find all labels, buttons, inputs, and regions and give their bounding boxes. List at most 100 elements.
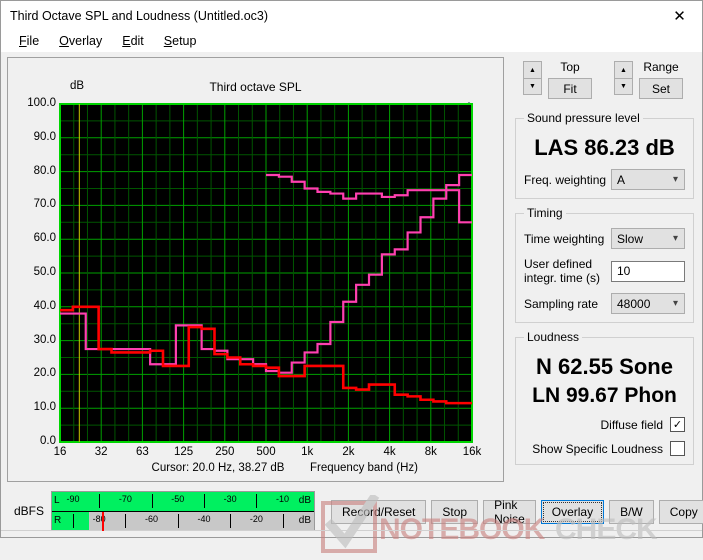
scale-controls: ▲ ▼ Top Fit ▲ ▼ Range Set bbox=[511, 60, 698, 104]
top-labels: Top Fit bbox=[548, 60, 592, 99]
time-weighting-select[interactable]: Slow ▾ bbox=[611, 228, 685, 249]
copy-button[interactable]: Copy bbox=[658, 500, 703, 524]
loudness-legend: Loudness bbox=[527, 330, 580, 344]
dbfs-level-meter[interactable]: L dB -90 -70 -50 -30 -10 R dB -80 -60 -40 -20 bbox=[51, 491, 315, 531]
spl-chart-svg bbox=[60, 104, 472, 442]
sampling-rate-label: Sampling rate bbox=[524, 296, 599, 311]
meter-tick-mark bbox=[256, 494, 258, 508]
time-weighting-value: Slow bbox=[617, 231, 644, 246]
record-reset-button[interactable]: Record/Reset bbox=[331, 500, 427, 524]
y-tick-label: 10.0 bbox=[33, 401, 56, 414]
range-spinner-down-icon[interactable]: ▼ bbox=[614, 78, 633, 95]
meter-right-peak-marker bbox=[101, 512, 104, 531]
integration-time-input[interactable]: 10 bbox=[611, 260, 685, 282]
diffuse-field-checkbox[interactable]: ✓ bbox=[670, 417, 685, 432]
menu-item-edit[interactable]: Edit bbox=[112, 32, 154, 50]
top-spinner[interactable]: ▲ ▼ bbox=[523, 61, 542, 95]
top-spinner-down-icon[interactable]: ▼ bbox=[523, 78, 542, 95]
level-meter-area: dBFS L dB -90 -70 -50 -30 -10 R dB -80 -60 -40… bbox=[7, 487, 327, 535]
x-tick-label: 4k bbox=[383, 446, 396, 458]
range-spinner[interactable]: ▲ ▼ bbox=[614, 61, 633, 95]
diffuse-field-row: Diffuse field ✓ bbox=[524, 417, 685, 432]
timing-group: Timing Time weighting Slow ▾ User define… bbox=[515, 206, 694, 323]
body-area: dB Third octave SPL ARTA 100.090.080.070… bbox=[1, 52, 703, 553]
meter-tick-label: -10 bbox=[276, 494, 290, 504]
top-control-group: ▲ ▼ Top Fit bbox=[523, 60, 592, 99]
pink-noise-button[interactable]: Pink Noise bbox=[483, 498, 536, 526]
y-tick-label: 30.0 bbox=[33, 333, 56, 346]
meter-tick-mark bbox=[99, 494, 101, 508]
loudness-sone-value: N 62.55 Sone bbox=[536, 354, 673, 379]
menu-item-file[interactable]: File bbox=[9, 32, 49, 50]
menu-file-rest: ile bbox=[26, 34, 40, 48]
meter-right-unit: dB bbox=[298, 515, 311, 526]
meter-row-right: R dB -80 -60 -40 -20 bbox=[52, 512, 314, 531]
diffuse-field-label: Diffuse field bbox=[600, 417, 663, 432]
status-bar bbox=[1, 530, 702, 537]
meter-tick-mark bbox=[72, 514, 74, 528]
integration-time-row: User defined integr. time (s) 10 bbox=[524, 257, 685, 285]
chevron-down-icon: ▾ bbox=[672, 174, 678, 185]
chevron-down-icon: ▾ bbox=[672, 233, 678, 244]
meter-tick-label: -40 bbox=[197, 514, 211, 524]
chevron-down-icon: ▾ bbox=[672, 298, 678, 309]
meter-left-channel-label: L bbox=[54, 495, 60, 506]
freq-weighting-label: Freq. weighting bbox=[524, 172, 607, 187]
x-tick-label: 63 bbox=[135, 446, 149, 458]
dbfs-caption: dBFS bbox=[13, 504, 44, 518]
menu-item-setup[interactable]: Setup bbox=[154, 32, 207, 50]
menu-edit-accel: E bbox=[122, 34, 131, 48]
meter-tick-label: -50 bbox=[171, 494, 185, 504]
plot-area[interactable] bbox=[59, 103, 473, 443]
spl-legend: Sound pressure level bbox=[527, 111, 640, 125]
y-tick-label: 50.0 bbox=[33, 266, 56, 278]
meter-tick-mark bbox=[177, 514, 179, 528]
menu-edit-rest: dit bbox=[130, 34, 144, 48]
action-button-row: Record/Reset Stop Pink Noise Overlay B/W Copy bbox=[331, 498, 703, 526]
right-panel: ▲ ▼ Top Fit ▲ ▼ Range Set Sound pressure… bbox=[511, 57, 698, 465]
sampling-rate-row: Sampling rate 48000 ▾ bbox=[524, 293, 685, 314]
menu-item-overlay[interactable]: Overlay bbox=[49, 32, 112, 50]
range-control-group: ▲ ▼ Range Set bbox=[614, 60, 683, 99]
x-tick-label: 16 bbox=[53, 446, 67, 458]
show-specific-loudness-label: Show Specific Loudness bbox=[532, 441, 663, 456]
meter-tick-label: -90 bbox=[66, 494, 80, 504]
loudness-group: Loudness N 62.55 Sone LN 99.67 Phon Diff… bbox=[515, 330, 694, 465]
stop-button[interactable]: Stop bbox=[431, 500, 479, 524]
top-label: Top bbox=[560, 60, 580, 74]
overlay-button[interactable]: Overlay bbox=[540, 500, 605, 524]
set-button[interactable]: Set bbox=[639, 78, 683, 99]
graph-inner: dB Third octave SPL ARTA 100.090.080.070… bbox=[8, 58, 503, 481]
x-tick-label: 32 bbox=[94, 446, 108, 458]
y-tick-label: 40.0 bbox=[33, 299, 56, 312]
menu-bar: File Overlay Edit Setup bbox=[1, 30, 702, 52]
y-tick-label: 20.0 bbox=[33, 367, 56, 380]
time-weighting-label: Time weighting bbox=[524, 231, 605, 246]
y-tick-label: 100.0 bbox=[27, 97, 56, 109]
range-label: Range bbox=[643, 60, 679, 74]
x-tick-label: 2k bbox=[342, 446, 355, 458]
timing-legend: Timing bbox=[527, 206, 563, 220]
top-spinner-up-icon[interactable]: ▲ bbox=[523, 61, 542, 78]
x-axis-labels: 16 32 63 125 250 500 1k 2k 4k 8k 16k bbox=[8, 446, 503, 462]
meter-tick-label: -60 bbox=[145, 514, 159, 524]
x-tick-label: 250 bbox=[215, 446, 235, 458]
fit-button[interactable]: Fit bbox=[548, 78, 592, 99]
integration-time-label: User defined integr. time (s) bbox=[524, 257, 611, 285]
range-spinner-up-icon[interactable]: ▲ bbox=[614, 61, 633, 78]
integration-time-label-line1: User defined bbox=[524, 257, 593, 271]
x-tick-label: 8k bbox=[424, 446, 437, 458]
b-w-button[interactable]: B/W bbox=[609, 500, 654, 524]
sampling-rate-select[interactable]: 48000 ▾ bbox=[611, 293, 685, 314]
spl-value: LAS 86.23 dB bbox=[534, 135, 675, 160]
y-tick-label: 70.0 bbox=[33, 198, 56, 211]
show-specific-loudness-checkbox[interactable] bbox=[670, 441, 685, 456]
freq-weighting-select[interactable]: A ▾ bbox=[611, 169, 685, 190]
close-icon[interactable]: ✕ bbox=[657, 1, 702, 30]
graph-panel[interactable]: dB Third octave SPL ARTA 100.090.080.070… bbox=[7, 57, 504, 482]
x-axis-title: Frequency band (Hz) bbox=[309, 462, 419, 474]
meter-tick-mark bbox=[282, 514, 284, 528]
window-title: Third Octave SPL and Loudness (Untitled.… bbox=[10, 8, 269, 23]
arta-third-octave-window: Third Octave SPL and Loudness (Untitled.… bbox=[0, 0, 703, 553]
chart-title: Third octave SPL bbox=[209, 80, 302, 94]
